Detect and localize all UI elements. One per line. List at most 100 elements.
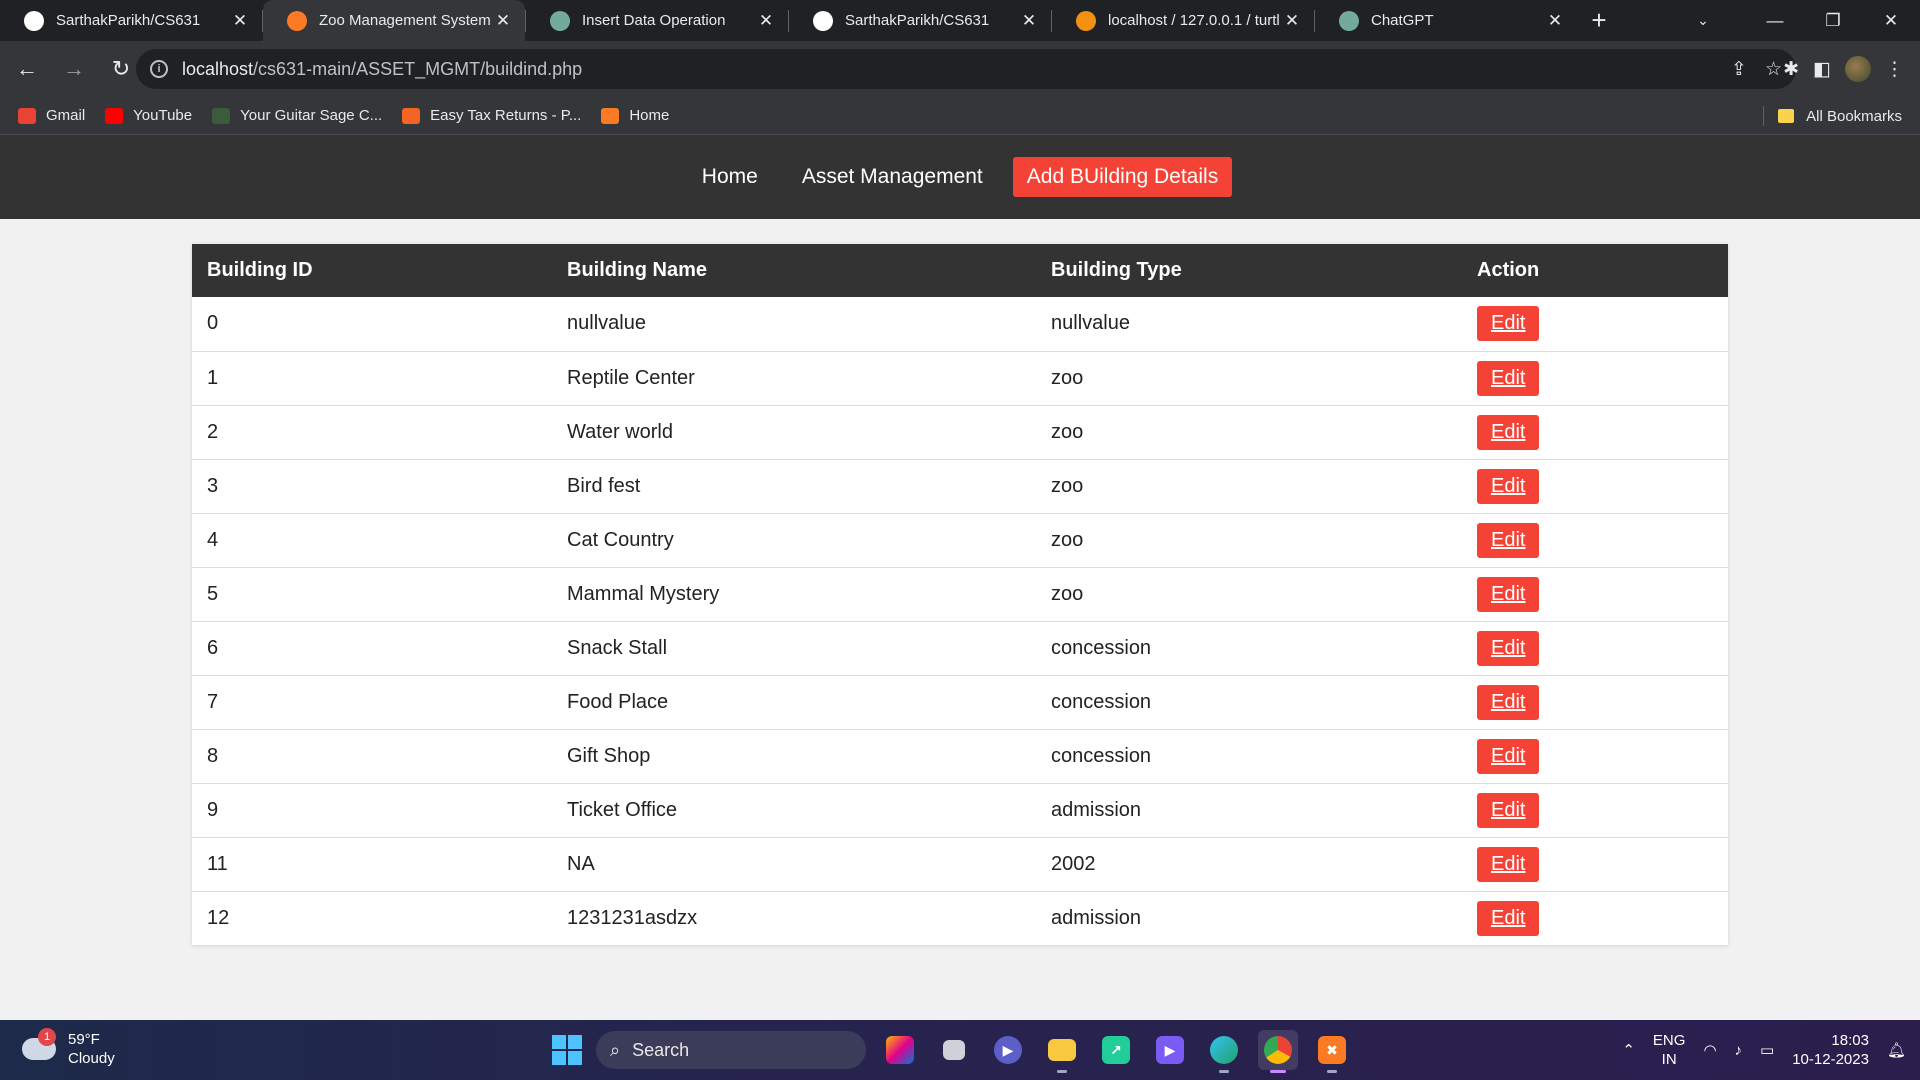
- github-icon: [813, 10, 833, 31]
- edit-button[interactable]: Edit: [1477, 630, 1540, 666]
- edit-button[interactable]: Edit: [1477, 414, 1540, 450]
- edit-button[interactable]: Edit: [1477, 360, 1540, 396]
- edit-button[interactable]: Edit: [1477, 468, 1540, 504]
- xampp-app-icon[interactable]: ✖: [1312, 1030, 1352, 1073]
- tab-search-icon[interactable]: ⌄: [1678, 0, 1728, 41]
- back-icon[interactable]: ←: [7, 49, 47, 89]
- cell-action: Edit: [1462, 674, 1728, 729]
- battery-icon[interactable]: ▭: [1760, 1041, 1774, 1059]
- edit-button[interactable]: Edit: [1477, 738, 1540, 774]
- xampp-icon: [287, 10, 307, 31]
- browser-tab[interactable]: SarthakParikh/CS631 ✕: [789, 0, 1051, 41]
- cell-building-type: nullvalue: [1051, 312, 1130, 335]
- chevron-up-icon[interactable]: ⌃: [1622, 1041, 1635, 1059]
- bookmark-item[interactable]: Easy Tax Returns - P...: [402, 107, 581, 124]
- wifi-icon[interactable]: ◠: [1703, 1041, 1716, 1059]
- tab-close-icon[interactable]: ✕: [756, 11, 776, 31]
- taskbar-search[interactable]: ⌕ Search: [596, 1031, 866, 1069]
- bookmark-item[interactable]: Gmail: [18, 107, 85, 124]
- edit-button[interactable]: Edit: [1477, 792, 1540, 828]
- cloud-icon: 1: [22, 1028, 56, 1060]
- header-building-name: Building Name: [552, 244, 1036, 297]
- weather-temp: 59°F: [68, 1031, 100, 1048]
- cell-building-name: Gift Shop: [552, 728, 1036, 783]
- teams-meet-icon[interactable]: ▶: [988, 1030, 1028, 1070]
- nav-asset-management[interactable]: Asset Management: [788, 157, 997, 197]
- tab-close-icon[interactable]: ✕: [1019, 11, 1039, 31]
- media-player-icon[interactable]: ▶: [1150, 1030, 1190, 1070]
- browser-tab[interactable]: SarthakParikh/CS631 ✕: [0, 0, 262, 41]
- bookmark-item[interactable]: YouTube: [105, 107, 192, 124]
- cell-building-name: 1231231asdzx: [552, 890, 1036, 945]
- edit-button[interactable]: Edit: [1477, 846, 1540, 882]
- bookmark-item[interactable]: Your Guitar Sage C...: [212, 107, 382, 124]
- taskbar-apps: ⌕ Search ▶ ↗ ▶ ✖: [552, 1028, 1352, 1073]
- profile-avatar[interactable]: [1845, 56, 1871, 82]
- address-bar[interactable]: i localhost/cs631-main/ASSET_MGMT/buildi…: [136, 49, 1796, 89]
- edit-button[interactable]: Edit: [1477, 576, 1540, 612]
- edit-button[interactable]: Edit: [1477, 522, 1540, 558]
- browser-tab[interactable]: ChatGPT ✕: [1315, 0, 1577, 41]
- copilot-app-icon[interactable]: [880, 1030, 920, 1070]
- clock[interactable]: 18:03 10-12-2023: [1792, 1031, 1869, 1069]
- clock-time: 18:03: [1831, 1032, 1869, 1049]
- cell-building-name: Mammal Mystery: [552, 566, 1036, 621]
- bookmark-item[interactable]: Home: [601, 107, 669, 124]
- browser-tab[interactable]: localhost / 127.0.0.1 / turtl ✕: [1052, 0, 1314, 41]
- task-view-icon[interactable]: [934, 1030, 974, 1070]
- file-explorer-icon[interactable]: [1042, 1030, 1082, 1073]
- bookmark-label: Home: [629, 107, 670, 124]
- tab-close-icon[interactable]: ✕: [1282, 11, 1302, 31]
- chatgpt-icon: [550, 10, 570, 31]
- url-path: /cs631-main/ASSET_MGMT/buildind.php: [253, 58, 583, 79]
- edit-button[interactable]: Edit: [1477, 684, 1540, 720]
- cell-building-type: admission: [1036, 890, 1462, 945]
- cell-action: Edit: [1462, 782, 1728, 837]
- weather-widget[interactable]: 1 59°F Cloudy: [22, 1028, 115, 1068]
- tab-close-icon[interactable]: ✕: [493, 11, 513, 31]
- browser-tab[interactable]: Insert Data Operation ✕: [526, 0, 788, 41]
- restore-icon[interactable]: ❐: [1804, 0, 1862, 41]
- reload-icon[interactable]: ↻: [101, 49, 141, 89]
- youtube-icon: [105, 107, 124, 124]
- forward-icon[interactable]: →: [54, 49, 94, 89]
- edit-button[interactable]: Edit: [1477, 306, 1540, 342]
- nav-add-building-details[interactable]: Add BUilding Details: [1012, 157, 1233, 197]
- share-icon[interactable]: ⇪: [1731, 58, 1747, 81]
- minimize-icon[interactable]: —: [1746, 0, 1804, 41]
- tab-close-icon[interactable]: ✕: [230, 11, 250, 31]
- volume-icon[interactable]: ♪: [1735, 1042, 1743, 1059]
- header-building-id: Building ID: [192, 244, 552, 297]
- cell-building-name: Food Place: [552, 674, 1036, 729]
- building-table-container: Building ID Building Name Building Type …: [192, 244, 1728, 945]
- cell-building-id: 7: [192, 674, 552, 729]
- cell-action: Edit: [1462, 297, 1728, 351]
- chrome-browser-icon[interactable]: [1258, 1030, 1298, 1073]
- new-tab-icon[interactable]: +: [1577, 0, 1621, 41]
- edge-browser-icon[interactable]: [1204, 1030, 1244, 1073]
- side-panel-icon[interactable]: ◧: [1813, 58, 1831, 81]
- windows-start-icon[interactable]: [552, 1035, 582, 1065]
- nav-home[interactable]: Home: [688, 157, 772, 197]
- robinhood-stocks-icon[interactable]: ↗: [1096, 1030, 1136, 1070]
- close-window-icon[interactable]: ✕: [1862, 0, 1920, 41]
- site-info-icon[interactable]: i: [150, 60, 168, 78]
- phpmyadmin-icon: [1076, 10, 1096, 31]
- notification-bell-icon[interactable]: 🔔︎: [1887, 1041, 1906, 1059]
- extensions-icon[interactable]: ✱: [1783, 58, 1799, 81]
- header-action: Action: [1462, 244, 1728, 297]
- browser-tab[interactable]: Zoo Management System ✕: [263, 0, 525, 41]
- edit-button[interactable]: Edit: [1477, 900, 1540, 936]
- bookmark-star-icon[interactable]: ☆: [1765, 58, 1782, 81]
- notification-badge: 1: [38, 1028, 56, 1046]
- search-placeholder: Search: [632, 1039, 690, 1060]
- all-bookmarks-button[interactable]: All Bookmarks: [1763, 97, 1902, 135]
- lang-primary: ENG: [1652, 1032, 1686, 1049]
- cell-building-type: concession: [1036, 728, 1462, 783]
- tab-close-icon[interactable]: ✕: [1545, 11, 1565, 31]
- menu-icon[interactable]: ⋮: [1885, 58, 1904, 81]
- folder-icon: [1778, 109, 1795, 123]
- weather-desc: Cloudy: [68, 1050, 115, 1067]
- language-indicator[interactable]: ENG IN: [1653, 1031, 1686, 1069]
- gmail-icon: [18, 107, 36, 124]
